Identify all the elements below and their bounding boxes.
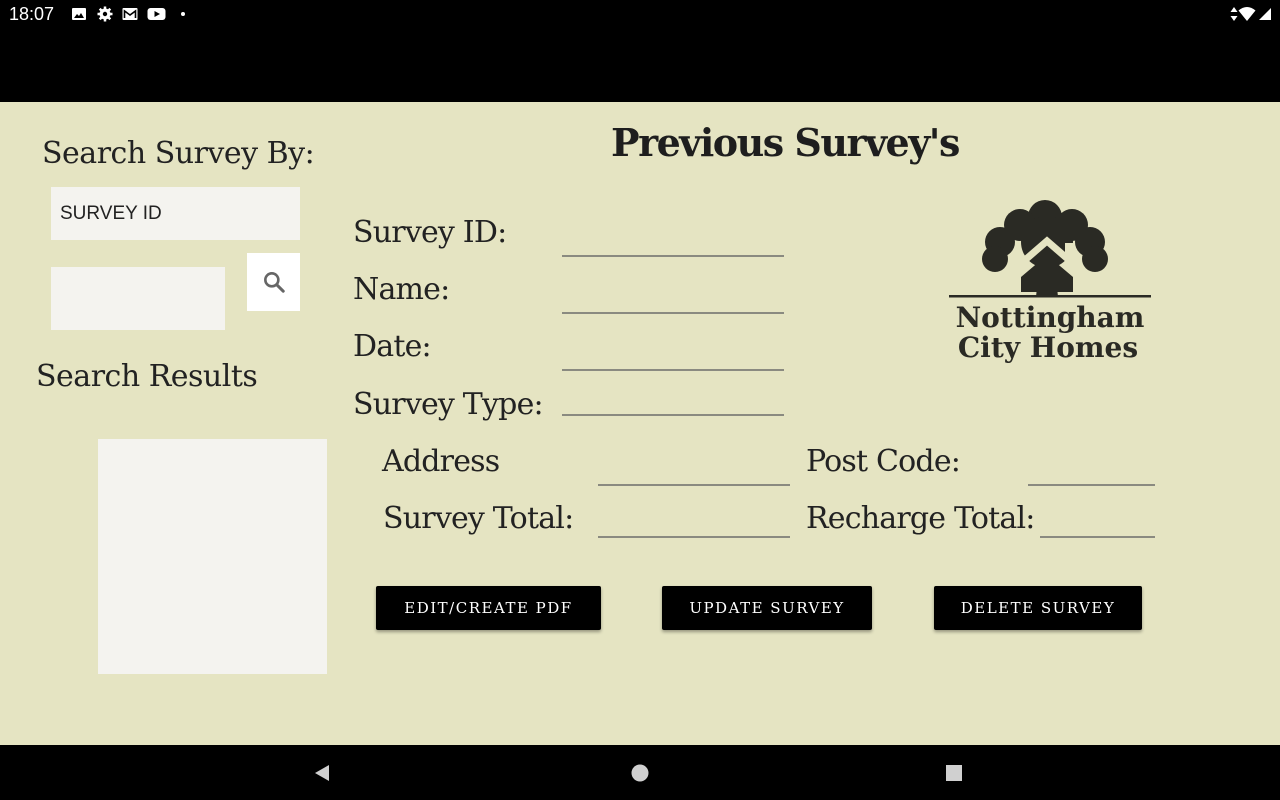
address-field[interactable] — [598, 484, 790, 486]
youtube-icon — [147, 8, 166, 20]
main-content: Search Survey By: SURVEY ID Search Resul… — [0, 102, 1280, 745]
wifi-icon — [1238, 7, 1256, 21]
back-icon — [315, 764, 329, 781]
recharge-total-label: Recharge Total: — [806, 501, 1035, 536]
gmail-icon — [122, 8, 138, 20]
survey-id-field[interactable] — [562, 255, 784, 257]
image-icon — [72, 8, 86, 20]
logo-line2: City Homes — [958, 331, 1138, 364]
action-bar — [0, 28, 1280, 102]
delete-survey-button[interactable]: DELETE SURVEY — [934, 586, 1142, 630]
survey-id-label: Survey ID: — [353, 215, 507, 250]
post-code-label: Post Code: — [806, 444, 961, 479]
search-input[interactable] — [51, 267, 225, 330]
survey-type-field[interactable] — [562, 414, 784, 416]
logo-line1: Nottingham — [956, 301, 1145, 334]
search-type-dropdown[interactable]: SURVEY ID — [51, 187, 300, 240]
battery-icon — [1259, 8, 1271, 20]
survey-total-label: Survey Total: — [383, 501, 574, 536]
page-title: Previous Survey's — [611, 120, 960, 165]
address-label: Address — [382, 444, 500, 479]
search-type-selected: SURVEY ID — [60, 203, 162, 224]
gear-icon — [97, 6, 113, 22]
navigation-bar — [0, 745, 1280, 800]
name-label: Name: — [353, 272, 450, 307]
search-by-label: Search Survey By: — [42, 136, 315, 171]
recents-icon — [946, 764, 962, 781]
survey-type-label: Survey Type: — [353, 387, 544, 422]
date-field[interactable] — [562, 369, 784, 371]
dot-icon — [181, 12, 185, 16]
date-label: Date: — [353, 329, 432, 364]
name-field[interactable] — [562, 312, 784, 314]
back-button[interactable] — [292, 745, 352, 800]
survey-total-field[interactable] — [598, 536, 790, 538]
recents-button[interactable] — [924, 745, 984, 800]
search-results-label: Search Results — [36, 359, 258, 394]
search-results-list[interactable] — [98, 439, 327, 674]
edit-create-pdf-button[interactable]: EDIT/CREATE PDF — [376, 586, 601, 630]
recharge-total-field[interactable] — [1040, 536, 1155, 538]
status-bar: 18:07 — [0, 0, 1280, 28]
update-survey-button[interactable]: UPDATE SURVEY — [662, 586, 872, 630]
nottingham-city-homes-logo: Nottingham City Homes — [949, 200, 1151, 364]
home-button[interactable] — [610, 745, 670, 800]
search-icon — [263, 272, 285, 293]
search-button[interactable] — [247, 253, 300, 311]
status-time: 18:07 — [9, 4, 55, 24]
post-code-field[interactable] — [1028, 484, 1155, 486]
home-icon — [631, 764, 649, 781]
